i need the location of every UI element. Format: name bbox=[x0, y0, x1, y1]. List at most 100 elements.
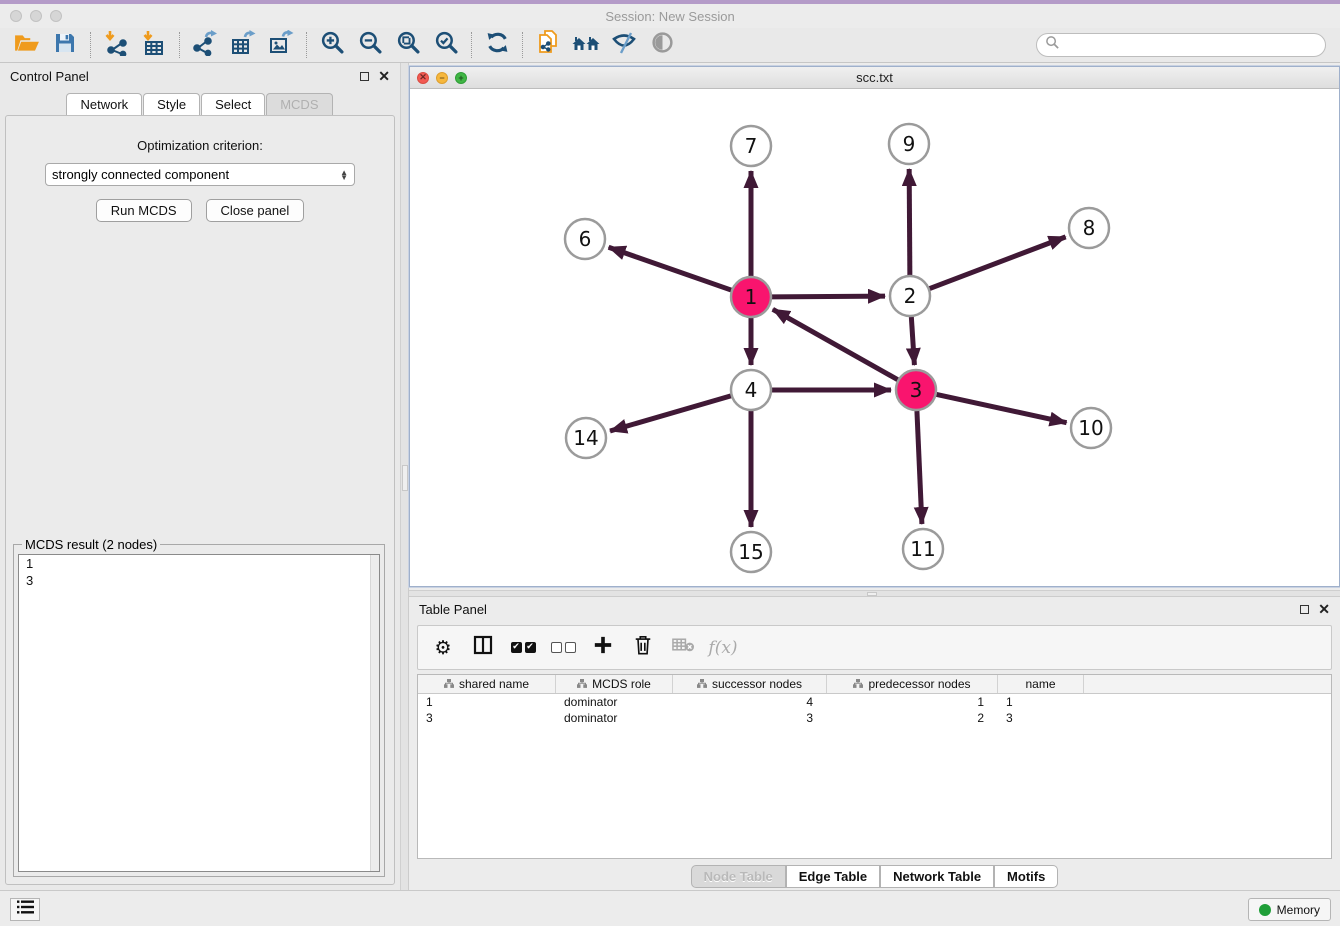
vertical-splitter[interactable] bbox=[400, 63, 409, 890]
tab-network[interactable]: Network bbox=[66, 93, 142, 115]
network-close-icon[interactable]: ✕ bbox=[417, 72, 429, 84]
cell-shared-name[interactable]: 3 bbox=[418, 711, 556, 725]
float-panel-icon[interactable] bbox=[360, 72, 369, 81]
edge-3-11[interactable] bbox=[917, 411, 922, 524]
import-network-icon bbox=[103, 30, 129, 61]
vizmapper-button[interactable] bbox=[605, 30, 643, 60]
tab-edge-table[interactable]: Edge Table bbox=[786, 865, 880, 888]
column-header-predecessor-nodes[interactable]: predecessor nodes bbox=[827, 675, 998, 693]
run-mcds-button[interactable]: Run MCDS bbox=[96, 199, 192, 222]
delete-table-icon bbox=[672, 636, 695, 659]
tab-motifs[interactable]: Motifs bbox=[994, 865, 1058, 888]
tab-select[interactable]: Select bbox=[201, 93, 265, 115]
result-item[interactable]: 3 bbox=[19, 572, 379, 589]
add-column-button[interactable] bbox=[590, 635, 616, 661]
cell-successor-nodes[interactable]: 4 bbox=[673, 695, 827, 709]
import-table-button[interactable] bbox=[135, 30, 173, 60]
control-panel-title: Control Panel bbox=[10, 69, 89, 84]
zoom-fit-button[interactable] bbox=[389, 30, 427, 60]
export-image-button[interactable] bbox=[262, 30, 300, 60]
export-network-button[interactable] bbox=[186, 30, 224, 60]
node-label-6: 6 bbox=[579, 227, 592, 251]
criterion-select[interactable]: strongly connected component ▲▼ bbox=[45, 163, 355, 186]
search-box[interactable] bbox=[1036, 33, 1326, 57]
network-maximize-icon[interactable]: + bbox=[455, 72, 467, 84]
zoom-selected-button[interactable] bbox=[427, 30, 465, 60]
cell-name[interactable]: 3 bbox=[998, 711, 1084, 725]
close-panel-button[interactable]: Close panel bbox=[206, 199, 305, 222]
task-history-button[interactable] bbox=[10, 898, 40, 921]
tab-node-table[interactable]: Node Table bbox=[691, 865, 786, 888]
memory-button[interactable]: Memory bbox=[1248, 898, 1331, 921]
edge-2-8[interactable] bbox=[930, 237, 1066, 289]
clone-network-button[interactable] bbox=[529, 30, 567, 60]
delete-column-button[interactable] bbox=[630, 635, 656, 661]
select-all-button[interactable]: ✔✔ bbox=[510, 635, 536, 661]
cell-predecessor-nodes[interactable]: 1 bbox=[827, 695, 998, 709]
sort-hierarchy-icon bbox=[697, 677, 707, 691]
cell-shared-name[interactable]: 1 bbox=[418, 695, 556, 709]
list-icon bbox=[17, 899, 34, 920]
cell-MCDS-role[interactable]: dominator bbox=[556, 711, 673, 725]
close-panel-icon[interactable]: ✕ bbox=[378, 69, 390, 83]
edge-1-2[interactable] bbox=[772, 296, 885, 297]
table-row[interactable]: 1dominator411 bbox=[418, 694, 1331, 710]
float-panel-icon[interactable] bbox=[1300, 605, 1309, 614]
network-graph[interactable]: 7968124314101511 bbox=[410, 89, 1339, 586]
close-panel-icon[interactable]: ✕ bbox=[1318, 602, 1330, 616]
horizontal-splitter[interactable] bbox=[409, 590, 1340, 597]
splitter-grip[interactable] bbox=[867, 592, 877, 596]
splitter-grip[interactable] bbox=[402, 465, 408, 491]
apply-layout-button[interactable] bbox=[478, 30, 516, 60]
network-canvas[interactable]: 7968124314101511 bbox=[410, 89, 1339, 586]
tab-mcds[interactable]: MCDS bbox=[266, 93, 332, 115]
column-header-name[interactable]: name bbox=[998, 675, 1084, 693]
cell-name[interactable]: 1 bbox=[998, 695, 1084, 709]
table-settings-button[interactable]: ⚙ bbox=[430, 635, 456, 661]
column-header-successor-nodes[interactable]: successor nodes bbox=[673, 675, 827, 693]
column-header-shared-name[interactable]: shared name bbox=[418, 675, 556, 693]
column-view-button[interactable] bbox=[470, 635, 496, 661]
deselect-all-button[interactable] bbox=[550, 635, 576, 661]
tab-network-table[interactable]: Network Table bbox=[880, 865, 994, 888]
table-row[interactable]: 3dominator323 bbox=[418, 710, 1331, 726]
trash-icon bbox=[633, 634, 653, 661]
node-label-10: 10 bbox=[1078, 416, 1103, 440]
edge-3-10[interactable] bbox=[937, 394, 1067, 422]
cell-successor-nodes[interactable]: 3 bbox=[673, 711, 827, 725]
search-input[interactable] bbox=[1060, 35, 1325, 55]
function-builder-button[interactable]: f(x) bbox=[710, 635, 736, 661]
app-titlebar: Session: New Session bbox=[0, 4, 1340, 28]
mcds-result-fieldset: MCDS result (2 nodes) 13 bbox=[13, 544, 385, 877]
cell-MCDS-role[interactable]: dominator bbox=[556, 695, 673, 709]
import-network-button[interactable] bbox=[97, 30, 135, 60]
mcds-result-list[interactable]: 13 bbox=[18, 554, 380, 872]
result-item[interactable]: 1 bbox=[19, 555, 379, 572]
cell-predecessor-nodes[interactable]: 2 bbox=[827, 711, 998, 725]
network-minimize-icon[interactable]: − bbox=[436, 72, 448, 84]
node-label-14: 14 bbox=[573, 426, 598, 450]
edge-3-1[interactable] bbox=[773, 309, 898, 379]
table-toolbar: ⚙ ✔✔ f(x) bbox=[417, 625, 1332, 670]
edge-2-3[interactable] bbox=[911, 317, 914, 365]
node-table[interactable]: shared nameMCDS rolesuccessor nodesprede… bbox=[417, 674, 1332, 859]
tab-style[interactable]: Style bbox=[143, 93, 200, 115]
edge-2-9[interactable] bbox=[909, 169, 910, 275]
open-file-button[interactable] bbox=[8, 30, 46, 60]
edge-1-6[interactable] bbox=[609, 247, 732, 290]
column-header-MCDS-role[interactable]: MCDS role bbox=[556, 675, 673, 693]
delete-table-button[interactable] bbox=[670, 635, 696, 661]
export-table-button[interactable] bbox=[224, 30, 262, 60]
network-window-titlebar[interactable]: ✕ − + scc.txt bbox=[410, 67, 1339, 89]
table-panel-title: Table Panel bbox=[419, 602, 487, 617]
save-session-button[interactable] bbox=[46, 30, 84, 60]
show-graphics-button[interactable] bbox=[643, 30, 681, 60]
first-neighbors-button[interactable] bbox=[567, 30, 605, 60]
zoom-in-button[interactable] bbox=[313, 30, 351, 60]
memory-label: Memory bbox=[1277, 903, 1320, 917]
edge-4-14[interactable] bbox=[610, 396, 731, 431]
node-label-9: 9 bbox=[903, 132, 916, 156]
zoom-out-button[interactable] bbox=[351, 30, 389, 60]
gear-icon: ⚙ bbox=[434, 637, 451, 659]
result-scrollbar[interactable] bbox=[370, 555, 379, 871]
